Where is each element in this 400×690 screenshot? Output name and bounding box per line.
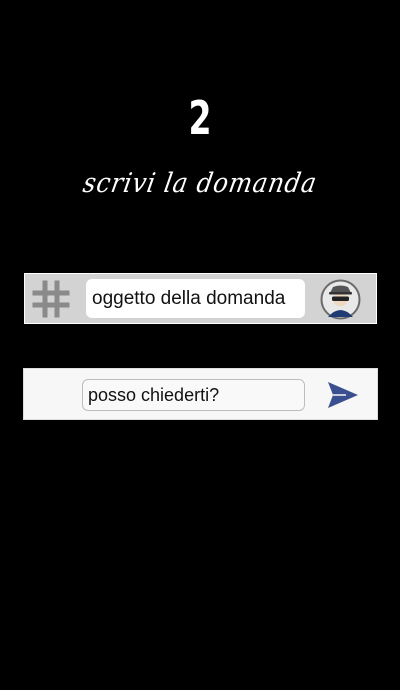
subject-input[interactable] — [86, 279, 305, 318]
message-bar — [23, 368, 378, 420]
step-instruction: scrivi la domanda — [80, 168, 320, 199]
question-screen: 2 scrivi la domanda — [0, 0, 400, 690]
send-icon[interactable] — [326, 380, 360, 410]
hash-icon[interactable] — [32, 280, 70, 318]
message-input[interactable] — [82, 379, 305, 411]
incognito-avatar-icon[interactable] — [320, 279, 361, 320]
subject-bar — [24, 273, 377, 324]
step-number: 2 — [188, 91, 212, 145]
